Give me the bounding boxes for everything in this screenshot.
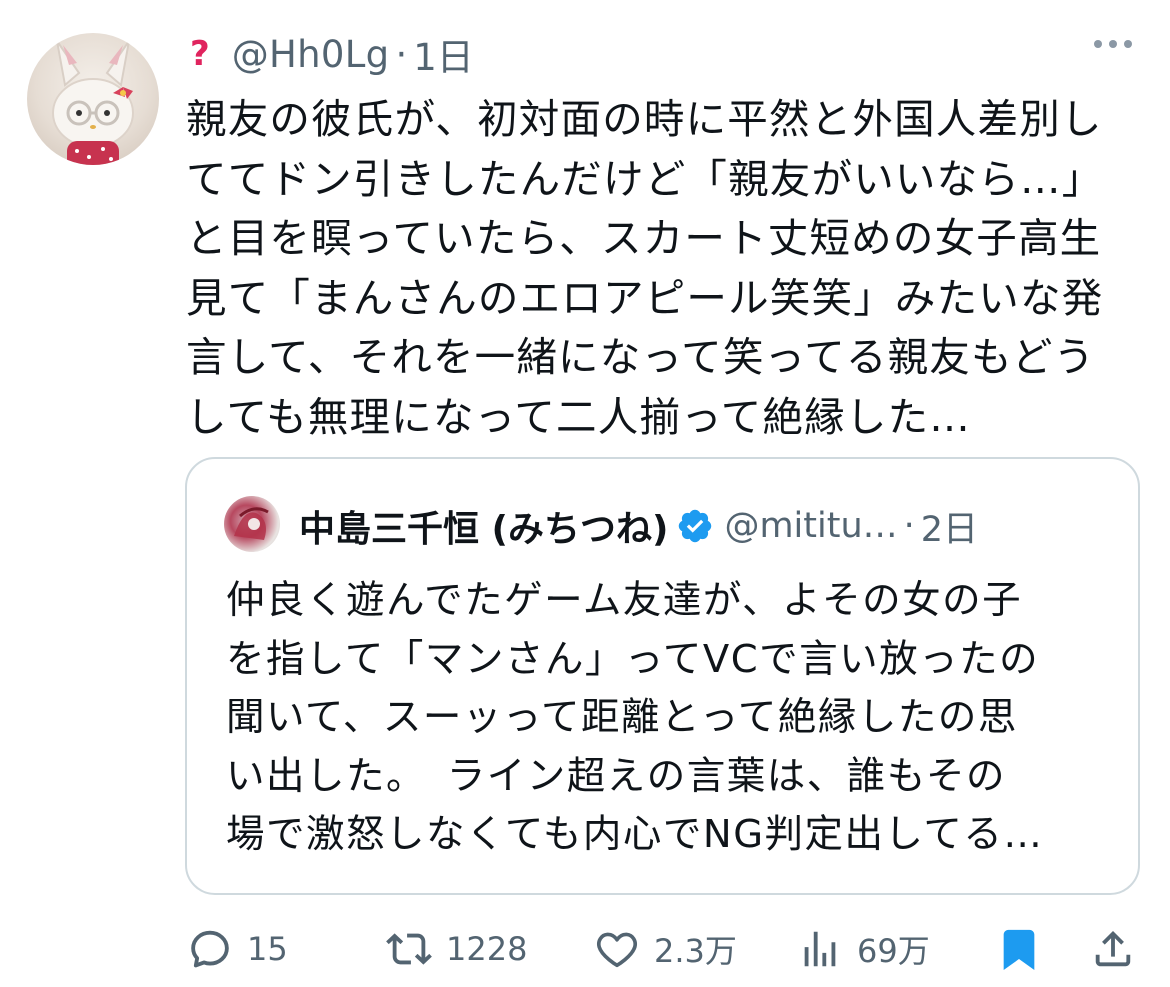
reply-icon xyxy=(187,926,233,972)
retweet-button[interactable]: 1228 xyxy=(386,915,527,983)
quoted-author-name[interactable]: 中島三千恒 (みちつね) xyxy=(299,500,668,552)
quoted-tweet-body: 仲良く遊んでたゲーム友達が、よその女の子 を指して「マンさん」ってVCで言い放っ… xyxy=(226,572,1126,865)
views-count: 69万 xyxy=(857,932,930,970)
tweet-text-line: 言して、それを一緒になって笑ってる親友もどう xyxy=(186,333,1096,381)
quoted-text-line: 仲良く遊んでたゲーム友達が、よその女の子 xyxy=(226,578,1023,623)
quoted-text-line: 聞いて、スーッって距離とって絶縁したの思 xyxy=(226,695,1018,740)
quoted-header-separator: · xyxy=(903,506,915,546)
tweet-text-line: 見て「まんさんのエロアピール笑笑」みたいな発 xyxy=(186,273,1104,322)
like-button[interactable]: 2.3万 xyxy=(594,915,737,983)
like-count: 2.3万 xyxy=(654,932,737,970)
header-separator: · xyxy=(395,32,408,76)
retweet-count: 1228 xyxy=(446,930,528,968)
quoted-text-line: を指して「マンさん」ってVCで言い放ったの xyxy=(226,636,1040,682)
share-button[interactable] xyxy=(1090,915,1136,983)
author-avatar[interactable] xyxy=(27,33,159,165)
quoted-author-avatar[interactable] xyxy=(224,496,280,552)
reply-count: 15 xyxy=(247,930,288,968)
quoted-text-line: 場で激怒しなくても内心でNG判定出してる… xyxy=(226,812,1044,857)
red-question-mark-icon: ? xyxy=(190,34,210,74)
tweet-text-line: と目を瞑っていたら、スカート丈短めの女子高生 xyxy=(186,214,1102,262)
quoted-text-line: い出した。 ライン超えの言葉は、誰もその xyxy=(226,753,1006,799)
tweet-text-line: ててドン引きしたんだけど「親友がいいなら…」 xyxy=(186,154,1104,203)
bookmark-button[interactable] xyxy=(996,915,1042,983)
retweet-icon xyxy=(386,926,432,972)
verified-badge-icon xyxy=(676,507,714,545)
action-bar: 15 1228 2.3万 69万 xyxy=(0,915,1170,983)
bookmark-filled-icon xyxy=(996,926,1042,972)
more-horizontal-icon[interactable] xyxy=(1094,40,1132,48)
reply-button[interactable]: 15 xyxy=(187,915,288,983)
views-chart-icon xyxy=(797,926,843,972)
author-handle[interactable]: @Hh0Lg xyxy=(232,33,390,76)
quoted-author-handle[interactable]: @mititu… xyxy=(724,506,897,546)
tweet-text-line: 親友の彼氏が、初対面の時に平然と外国人差別し xyxy=(186,95,1103,143)
tweet-body: 親友の彼氏が、初対面の時に平然と外国人差別し ててドン引きしたんだけど「親友がい… xyxy=(186,90,1126,447)
quoted-tweet-card[interactable]: 中島三千恒 (みちつね) @mititu… · 2日 仲良く遊んでたゲーム友達が… xyxy=(185,457,1140,895)
tweet-header: ? @Hh0Lg · 1日 xyxy=(190,28,474,80)
views-button[interactable]: 69万 xyxy=(797,915,930,983)
tweet-text-line: しても無理になって二人揃って絶縁した… xyxy=(186,392,972,441)
tweet-timestamp[interactable]: 1日 xyxy=(413,27,474,81)
quoted-tweet-timestamp[interactable]: 2日 xyxy=(921,501,978,552)
heart-icon xyxy=(594,926,640,972)
share-icon xyxy=(1090,926,1136,972)
quoted-tweet-header: 中島三千恒 (みちつね) @mititu… · 2日 xyxy=(299,501,978,551)
